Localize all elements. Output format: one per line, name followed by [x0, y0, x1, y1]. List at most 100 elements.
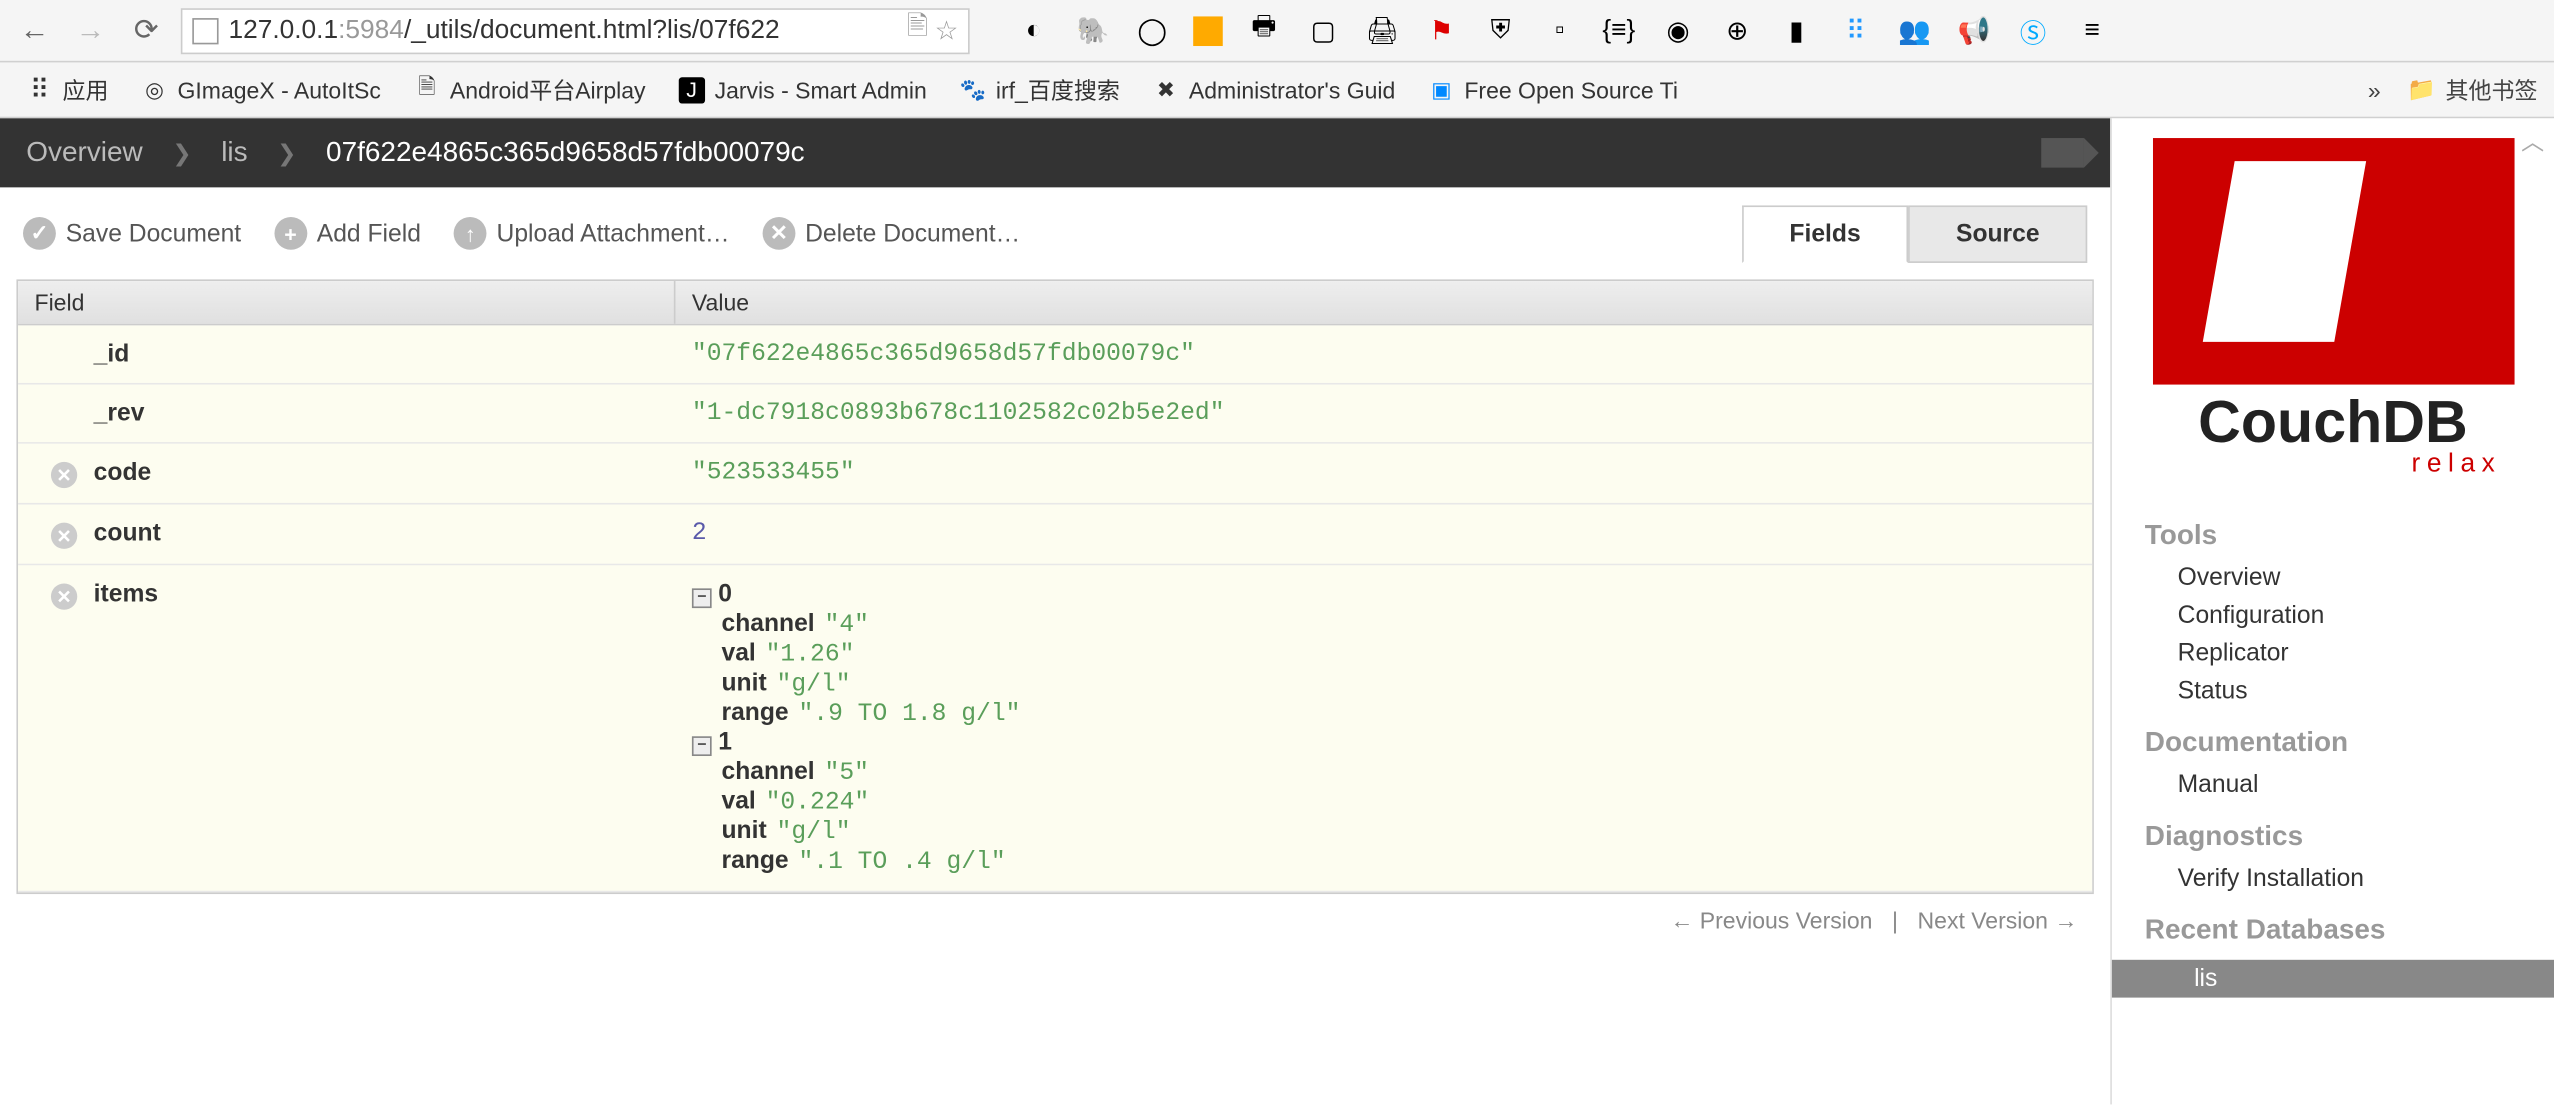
- field-row-count[interactable]: ✕ count 2: [18, 505, 2092, 566]
- ext-icon-bookmark[interactable]: ▮: [1778, 12, 1814, 48]
- save-document-button[interactable]: ✓Save Document: [23, 217, 241, 250]
- field-row-id[interactable]: _id "07f622e4865c365d9658d57fdb00079c": [18, 325, 2092, 384]
- field-value[interactable]: "1-dc7918c0893b678c1102582c02b5e2ed": [692, 399, 1225, 427]
- item-val: "g/l": [777, 671, 851, 699]
- forward-button[interactable]: →: [69, 9, 112, 52]
- collapse-toggle[interactable]: −: [692, 588, 712, 608]
- ext-icon-circle[interactable]: ◉: [1660, 12, 1696, 48]
- ext-icon-alipay[interactable]: ⊕: [1719, 12, 1755, 48]
- upload-attachment-button[interactable]: ↑Upload Attachment…: [454, 217, 730, 250]
- tab-source[interactable]: Source: [1908, 205, 2087, 263]
- apps-label: 应用: [62, 73, 108, 106]
- ext-icon-cast[interactable]: ▢: [1305, 12, 1341, 48]
- view-tabs: Fields Source: [1742, 205, 2087, 263]
- bookmarks-bar: ⠿ 应用 ◎GImageX - AutoItSc 🗎Android平台Airpl…: [0, 62, 2554, 118]
- sidebar-collapse-icon[interactable]: ︿: [2521, 125, 2544, 158]
- table-header: Field Value: [18, 281, 2092, 325]
- other-bookmarks[interactable]: 📁 其他书签: [2407, 73, 2538, 106]
- item-val: "g/l": [777, 818, 851, 846]
- fields-table: Field Value _id "07f622e4865c365d9658d57…: [16, 279, 2093, 894]
- breadcrumb-doc: 07f622e4865c365d9658d57fdb00079c: [326, 136, 805, 169]
- favicon-1: 🗎: [414, 76, 440, 102]
- field-row-rev[interactable]: _rev "1-dc7918c0893b678c1102582c02b5e2ed…: [18, 385, 2092, 444]
- breadcrumb-tag-icon[interactable]: [2041, 138, 2084, 168]
- ext-icon-shield[interactable]: ⛨: [1482, 12, 1518, 48]
- translate-icon[interactable]: 🖹: [907, 8, 928, 52]
- ext-icon-printer[interactable]: 🖨: [1364, 12, 1400, 48]
- bookmark-item-4[interactable]: ✖Administrator's Guid: [1143, 73, 1405, 106]
- logo-text: CouchDB: [2198, 388, 2468, 457]
- ext-icon-3[interactable]: ◯: [1134, 12, 1170, 48]
- ext-icon-4[interactable]: [1193, 16, 1223, 46]
- url-bar[interactable]: 127.0.0.1:5984/_utils/document.html?lis/…: [181, 7, 970, 53]
- folder-icon: 📁: [2407, 76, 2436, 104]
- favicon-4: ✖: [1153, 76, 1179, 102]
- delete-field-icon[interactable]: ✕: [51, 462, 77, 488]
- ext-icon-grid[interactable]: ⠿: [1837, 12, 1873, 48]
- bookmark-item-2[interactable]: JJarvis - Smart Admin: [669, 73, 937, 106]
- collapse-toggle[interactable]: −: [692, 735, 712, 755]
- field-name: count: [94, 519, 161, 547]
- ext-icon-braces[interactable]: {≡}: [1601, 12, 1637, 48]
- breadcrumb-overview[interactable]: Overview: [26, 136, 142, 169]
- bookmark-item-1[interactable]: 🗎Android平台Airplay: [404, 70, 656, 109]
- url-path: /_utils/document.html?lis/07f622: [404, 16, 780, 46]
- bookmark-star-icon[interactable]: ☆: [935, 14, 959, 47]
- ext-icon-skype[interactable]: Ⓢ: [2015, 12, 2051, 48]
- x-icon: ✕: [762, 217, 795, 250]
- ext-icon-evernote[interactable]: 🐘: [1075, 12, 1111, 48]
- item-val: ".9 TO 1.8 g/l": [799, 700, 1021, 728]
- delete-field-icon[interactable]: ✕: [51, 523, 77, 549]
- tab-fields[interactable]: Fields: [1742, 205, 1909, 263]
- menu-icon[interactable]: ≡: [2074, 12, 2110, 48]
- sidebar-heading-diag: Diagnostics: [2145, 820, 2521, 853]
- breadcrumb-sep: ❯: [277, 139, 296, 167]
- sidebar-link-verify[interactable]: Verify Installation: [2145, 860, 2521, 898]
- logo: ︿ CouchDB relax: [2112, 118, 2554, 493]
- sidebar-link-replicator[interactable]: Replicator: [2145, 634, 2521, 672]
- reload-button[interactable]: ⟳: [125, 9, 168, 52]
- add-field-button[interactable]: +Add Field: [274, 217, 421, 250]
- recent-db-item[interactable]: lis: [2112, 960, 2554, 998]
- up-arrow-icon: ↑: [454, 217, 487, 250]
- items-tree[interactable]: −0 channel"4" val"1.26" unit"g/l" range"…: [675, 565, 2092, 890]
- back-button[interactable]: ←: [13, 9, 56, 52]
- delete-document-button[interactable]: ✕Delete Document…: [762, 217, 1020, 250]
- bookmark-item-5[interactable]: ▣Free Open Source Ti: [1418, 73, 1687, 106]
- ext-icon-box[interactable]: ▫: [1542, 12, 1578, 48]
- field-name: items: [94, 580, 158, 608]
- sidebar-heading-recent: Recent Databases: [2145, 914, 2521, 947]
- ext-icon-people[interactable]: 👥: [1897, 12, 1933, 48]
- delete-field-icon[interactable]: ✕: [51, 583, 77, 609]
- item-val: "4": [825, 611, 869, 639]
- sidebar-link-configuration[interactable]: Configuration: [2145, 597, 2521, 635]
- item-key: val: [721, 787, 755, 815]
- ext-icon-1[interactable]: ◐: [1016, 12, 1052, 48]
- item-val: "0.224": [766, 789, 870, 817]
- sidebar-link-overview[interactable]: Overview: [2145, 559, 2521, 597]
- sidebar-link-manual[interactable]: Manual: [2145, 766, 2521, 804]
- field-value[interactable]: "523533455": [692, 459, 855, 487]
- sidebar-link-status[interactable]: Status: [2145, 672, 2521, 710]
- item-key: channel: [721, 758, 814, 786]
- next-version-link[interactable]: Next Version →: [1918, 907, 2078, 933]
- extension-icons: ◐ 🐘 ◯ 🖶 ▢ 🖨 ⚑ ⛨ ▫ {≡} ◉ ⊕ ▮ ⠿ 👥 📢 Ⓢ ≡: [1016, 12, 2111, 48]
- favicon-5: ▣: [1428, 76, 1454, 102]
- ext-icon-flag[interactable]: ⚑: [1423, 12, 1459, 48]
- header-value: Value: [675, 281, 2092, 324]
- breadcrumb-db[interactable]: lis: [221, 136, 247, 169]
- field-row-code[interactable]: ✕code "523533455": [18, 444, 2092, 505]
- field-value[interactable]: 2: [692, 519, 707, 547]
- check-icon: ✓: [23, 217, 56, 250]
- apps-button[interactable]: ⠿ 应用: [16, 70, 118, 109]
- bookmark-item-0[interactable]: ◎GImageX - AutoItSc: [131, 73, 390, 106]
- ext-icon-print[interactable]: 🖶: [1246, 12, 1282, 48]
- item-key: unit: [721, 817, 766, 845]
- field-row-items[interactable]: ✕items −0 channel"4" val"1.26" unit"g/l"…: [18, 565, 2092, 892]
- field-value[interactable]: "07f622e4865c365d9658d57fdb00079c": [692, 340, 1195, 368]
- apps-icon: ⠿: [26, 76, 52, 102]
- ext-icon-speaker[interactable]: 📢: [1956, 12, 1992, 48]
- bookmarks-overflow[interactable]: »: [2368, 76, 2381, 102]
- bookmark-item-3[interactable]: 🐾irf_百度搜索: [950, 70, 1130, 109]
- prev-version-link[interactable]: ← Previous Version: [1670, 907, 1872, 933]
